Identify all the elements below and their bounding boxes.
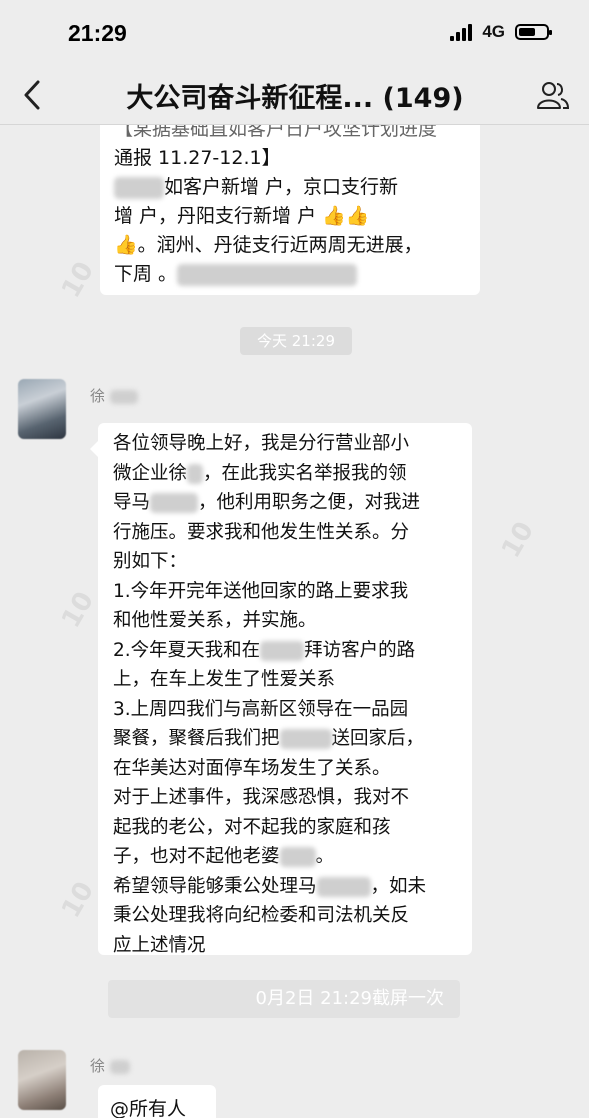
message-line-text: 拜访客户的路 <box>304 639 416 661</box>
battery-icon <box>515 24 552 40</box>
redacted-text <box>114 176 164 199</box>
network-label: 4G <box>482 22 505 41</box>
redacted-text <box>187 463 204 484</box>
sender-avatar[interactable] <box>18 379 66 439</box>
chat-header: 大公司奋斗新征程... (149) <box>0 66 589 125</box>
redacted-text <box>150 493 199 513</box>
message-line: 增 户，丹阳支行新增 户 👍👍 <box>114 205 370 227</box>
message-line: 通报 11.27-12.1】 <box>114 147 281 169</box>
message-line: 如客户新增 户，京口支行新 <box>114 173 466 202</box>
sender-avatar[interactable] <box>18 1050 66 1110</box>
message-line: 3.上周四我们与高新区领导在一品园 <box>113 698 409 720</box>
back-arrow-icon[interactable] <box>18 78 48 112</box>
message-line: 秉公处理我将向纪检委和司法机关反 <box>113 905 410 926</box>
message-line-text: 送回家后， <box>331 728 425 749</box>
message-line: 希望领导能够秉公处理马 ，如未 <box>113 872 458 902</box>
message-line: 对于上述事件，我深感恐惧，我对不 <box>113 787 410 808</box>
message-line: 导马 ，他利用职务之便，对我进 <box>113 488 458 518</box>
sender-name-text: 徐 <box>90 387 106 405</box>
status-time: 21:29 <box>68 20 127 46</box>
message-line: 别如下： <box>113 551 188 572</box>
screenshot-notice: 0月2日 21:29截屏一次 <box>108 980 460 1018</box>
message-line: 微企业徐 ，在此我实名举报我的领 <box>113 459 458 489</box>
message-line: 下周 。 <box>114 260 466 289</box>
message-line-text: 。 <box>315 846 335 867</box>
message-line-text: 导马 <box>113 492 151 513</box>
chat-title: 大公司奋斗新征程... (149) <box>126 83 464 114</box>
message-line: 2.今年夏天我和在 拜访客户的路 <box>113 636 458 666</box>
message-line-text: 聚餐，聚餐后我们把 <box>113 728 280 749</box>
message-line: 上，在车上发生了性爱关系 <box>113 669 336 690</box>
redacted-text <box>316 876 371 897</box>
redacted-text <box>177 263 358 286</box>
message-bubble-mention[interactable]: @所有人 <box>98 1085 216 1118</box>
message-bubble-report-letter[interactable]: 各位领导晚上好，我是分行营业部小 微企业徐 ，在此我实名举报我的领 导马 ，他利用职… <box>90 423 472 956</box>
chat-message-list[interactable]: 10 10 10 10 【某据基础直如客户日户攻坚计划进度 通报 11.27-1… <box>0 125 589 1118</box>
message-line: 【某据基础直如客户日户攻坚计划进度 <box>114 125 438 140</box>
message-line: 在华美达对面停车场发生了关系。 <box>113 757 391 779</box>
message-line: 子，也对不起他老婆 。 <box>113 842 458 872</box>
message-line: 应上述情况 <box>113 934 206 956</box>
message-line: 1.今年开完年送他回家的路上要求我 <box>113 580 409 602</box>
message-bubble-report[interactable]: 【某据基础直如客户日户攻坚计划进度 通报 11.27-12.1】 如客户新增 户… <box>100 125 480 295</box>
watermark: 10 <box>56 876 101 924</box>
message-line-text: 如客户新增 户，京口支行新 <box>164 176 399 198</box>
message-line-text: ，如未 <box>370 875 427 897</box>
message-line-text: 2.今年夏天我和在 <box>113 639 261 661</box>
sender-name-text: 徐 <box>90 1057 106 1075</box>
redacted-text <box>109 389 138 404</box>
message-line-text: 希望领导能够秉公处理马 <box>113 875 317 897</box>
watermark: 10 <box>56 586 101 634</box>
sender-name: 徐 <box>90 1055 130 1076</box>
message-line-text: 微企业徐 <box>113 462 188 484</box>
redacted-text <box>109 1059 130 1074</box>
redacted-text <box>279 729 332 749</box>
watermark: 10 <box>496 516 541 564</box>
message-line: 各位领导晚上好，我是分行营业部小 <box>113 433 410 454</box>
message-line: 聚餐，聚餐后我们把 送回家后， <box>113 724 458 754</box>
message-line: 行施压。要求我和他发生性关系。分 <box>113 521 410 543</box>
group-members-icon[interactable] <box>535 78 571 112</box>
message-line-text: ，在此我实名举报我的领 <box>203 462 407 484</box>
message-line: 起我的老公，对不起我的家庭和孩 <box>113 816 391 838</box>
message-line: 👍。润州、丹徒支行近两周无进展， <box>114 234 423 256</box>
message-line-text: 子，也对不起他老婆 <box>113 846 280 867</box>
message-line-text: ，他利用职务之便，对我进 <box>198 492 421 513</box>
message-line-text: 下周 。 <box>114 263 178 285</box>
redacted-text <box>260 640 305 661</box>
message-line: 和他性爱关系，并实施。 <box>113 610 317 631</box>
message-timestamp: 今天 21:29 <box>240 327 352 355</box>
watermark: 10 <box>56 256 101 304</box>
signal-icon <box>450 23 473 41</box>
status-indicators: 4G <box>450 22 552 42</box>
status-bar: 21:29 4G <box>0 0 589 66</box>
sender-name: 徐 <box>90 385 138 406</box>
redacted-text <box>279 847 316 867</box>
